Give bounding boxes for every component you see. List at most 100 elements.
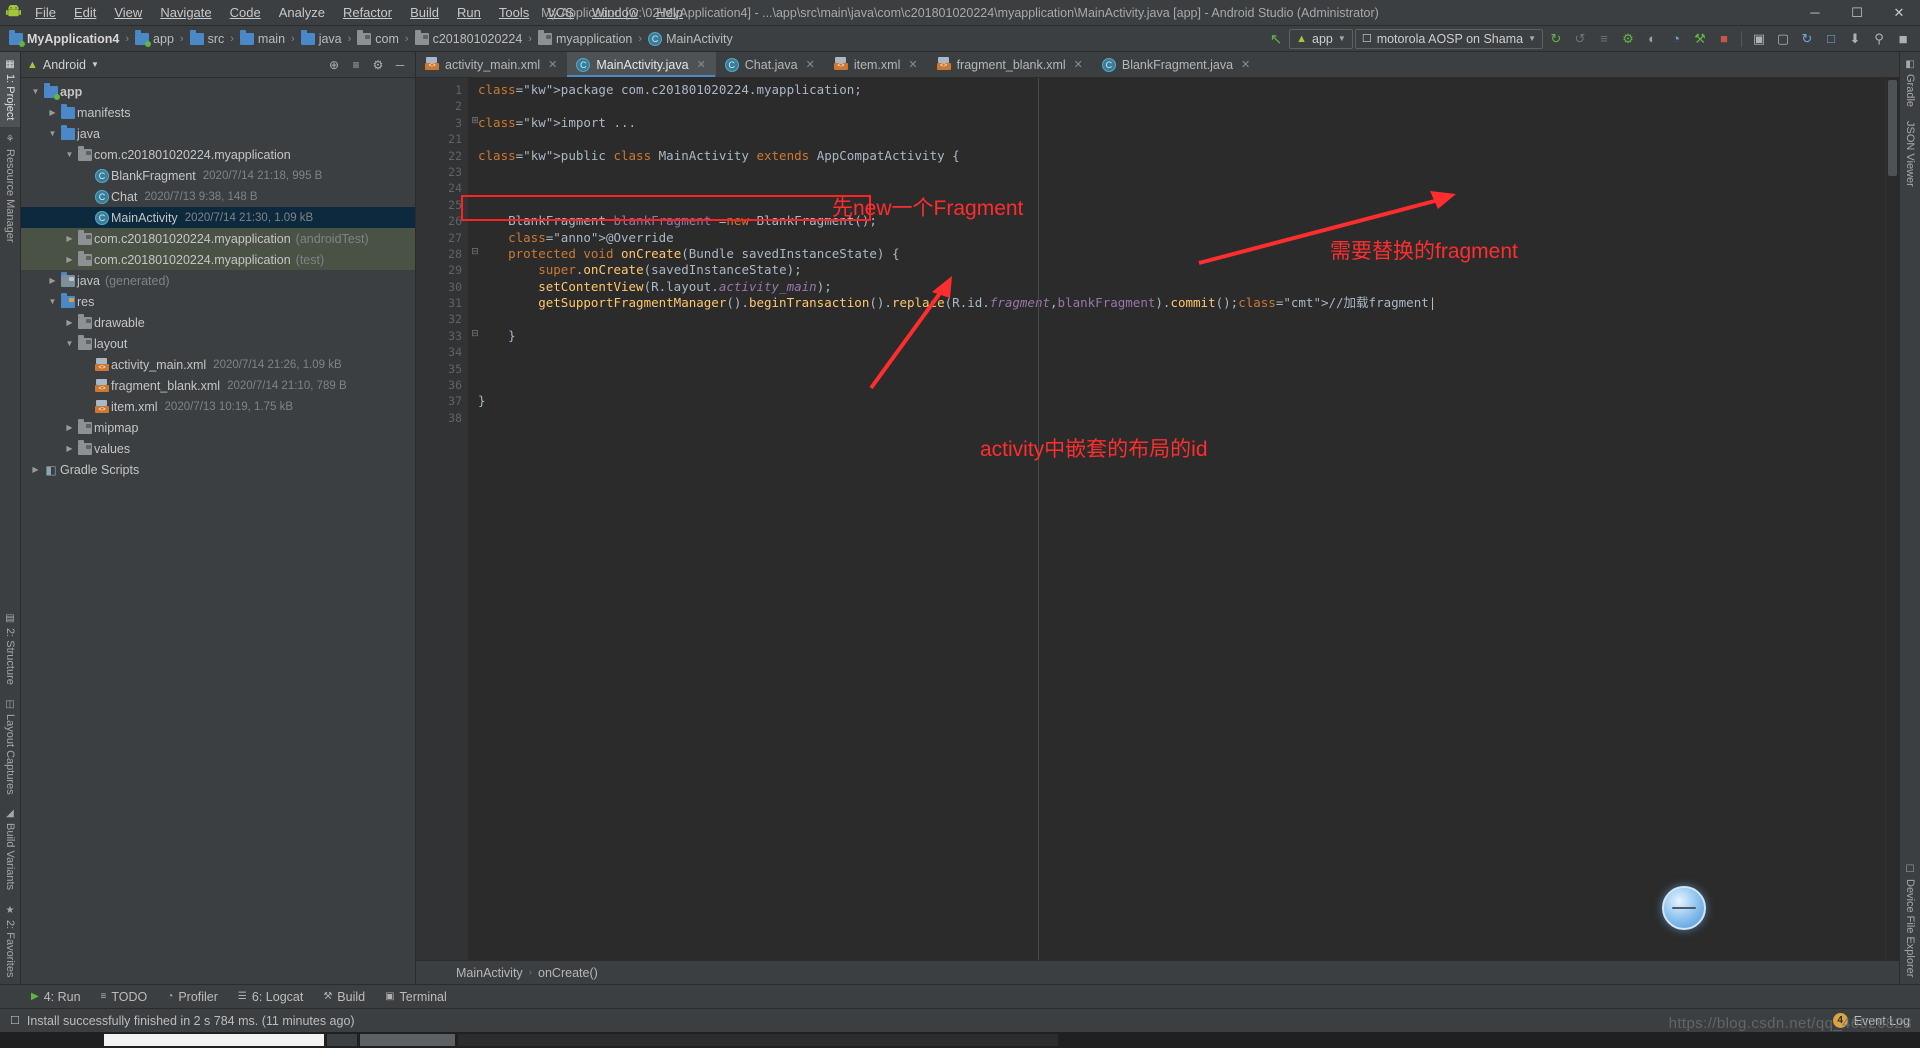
- chevron-down-icon[interactable]: ▼: [46, 297, 59, 306]
- project-view-selector[interactable]: ▲ Android ▼: [27, 58, 99, 72]
- tree-node-layout[interactable]: ▼ layout: [21, 333, 415, 354]
- line-number[interactable]: 25: [416, 197, 468, 213]
- bottom-tool-tabs[interactable]: ▶ 4: Run ≡ TODO ◔ Profiler ☰ 6: Logcat ⚒ Build ▣ Te…: [0, 984, 1920, 1008]
- code-line[interactable]: }: [468, 328, 1885, 344]
- close-button[interactable]: ✕: [1878, 0, 1920, 26]
- chevron-down-icon[interactable]: ▼: [63, 150, 76, 159]
- line-number[interactable]: 35: [416, 361, 468, 377]
- editor-breadcrumb[interactable]: MainActivity › onCreate(): [416, 960, 1899, 984]
- breadcrumb-item-com[interactable]: com: [354, 29, 402, 47]
- run-with-coverage-button[interactable]: ⚒: [1689, 29, 1711, 49]
- rail-tab-json-viewer[interactable]: JSON Viewer: [1901, 114, 1919, 194]
- locate-icon[interactable]: ⊕: [325, 56, 343, 74]
- profiler-button[interactable]: ◔: [1665, 29, 1687, 49]
- breadcrumb-item-mainactivity[interactable]: C MainActivity: [645, 31, 736, 47]
- close-icon[interactable]: ✕: [548, 58, 557, 71]
- fold-collapse-icon[interactable]: ⊟: [470, 246, 480, 257]
- tree-node-blankfragment[interactable]: ▶CBlankFragment 2020/7/14 21:18, 995 B: [21, 165, 415, 186]
- chevron-right-icon[interactable]: ▶: [63, 423, 76, 432]
- menu-item-run[interactable]: Run: [448, 2, 490, 23]
- bottom-tab-build[interactable]: ⚒ Build: [314, 988, 374, 1006]
- code-line[interactable]: [468, 164, 1885, 180]
- chevron-down-icon[interactable]: ▼: [29, 87, 42, 96]
- chevron-right-icon[interactable]: ▶: [46, 276, 59, 285]
- breadcrumb-method[interactable]: onCreate(): [538, 966, 598, 980]
- tree-node-com-c201801020224-myapplication[interactable]: ▼ com.c201801020224.myapplication: [21, 144, 415, 165]
- line-number[interactable]: 2: [416, 98, 468, 114]
- sync-gradle-button[interactable]: ↻: [1796, 29, 1818, 49]
- device-selector[interactable]: ☐ motorola AOSP on Shama ▼: [1354, 28, 1543, 49]
- tree-node-activity-main-xml[interactable]: ▶<>activity_main.xml 2020/7/14 21:26, 1.0…: [21, 354, 415, 375]
- taskbar-item[interactable]: [327, 1034, 357, 1046]
- code-line[interactable]: [468, 410, 1885, 426]
- menu-item-analyze[interactable]: Analyze: [270, 2, 334, 23]
- stop-button[interactable]: ■: [1713, 29, 1735, 49]
- tree-node-com-c201801020224-myapplication[interactable]: ▶ com.c201801020224.myapplication (android…: [21, 228, 415, 249]
- left-tool-rail[interactable]: ▦ 1: Project ⚘ Resource Manager ▤ 2: Str…: [0, 52, 21, 984]
- close-icon[interactable]: ✕: [1241, 58, 1250, 71]
- window-controls[interactable]: ─ ☐ ✕: [1794, 0, 1920, 26]
- sdk-manager-button[interactable]: ▣: [1748, 29, 1770, 49]
- code-line[interactable]: [468, 180, 1885, 196]
- line-number[interactable]: 1: [416, 82, 468, 98]
- line-number[interactable]: 27: [416, 230, 468, 246]
- code-line[interactable]: class="kw">package com.c201801020224.mya…: [468, 82, 1885, 98]
- right-tool-rail[interactable]: ◧ Gradle JSON Viewer ☐ Device File Explo…: [1899, 52, 1920, 984]
- line-number[interactable]: 31💡: [416, 295, 500, 311]
- bottom-tab-6-logcat[interactable]: ☰ 6: Logcat: [229, 988, 312, 1006]
- chevron-right-icon[interactable]: ▶: [63, 255, 76, 264]
- code-line[interactable]: [468, 377, 1885, 393]
- line-number[interactable]: 23: [416, 164, 468, 180]
- rerun-button[interactable]: ≡: [1593, 29, 1615, 49]
- line-number[interactable]: 24: [416, 180, 468, 196]
- taskbar-item[interactable]: [458, 1034, 1058, 1046]
- chevron-right-icon[interactable]: ▶: [46, 108, 59, 117]
- code-line[interactable]: class="anno">@Override: [468, 230, 1885, 246]
- line-number[interactable]: 28⊕: [416, 246, 484, 262]
- line-number[interactable]: 36: [416, 377, 468, 393]
- line-number[interactable]: 30: [416, 279, 468, 295]
- code-line[interactable]: super.onCreate(savedInstanceState);: [468, 262, 1885, 278]
- menu-item-vcs[interactable]: VCS: [538, 2, 583, 23]
- code-text-area[interactable]: class="kw">package com.c201801020224.mya…: [468, 78, 1885, 960]
- chevron-right-icon[interactable]: ▶: [63, 234, 76, 243]
- tree-node-res[interactable]: ▼ res: [21, 291, 415, 312]
- editor-markers-strip[interactable]: [1885, 78, 1899, 960]
- editor-tab-chat-java[interactable]: C Chat.java ✕: [716, 52, 825, 77]
- editor-tab-blankfragment-java[interactable]: C BlankFragment.java ✕: [1093, 52, 1260, 77]
- tree-node-gradle-scripts[interactable]: ▶ ◧ Gradle Scripts: [21, 459, 415, 480]
- editor-tab-item-xml[interactable]: <> item.xml ✕: [825, 52, 928, 77]
- settings-gear-icon[interactable]: ⚙: [369, 56, 387, 74]
- chevron-right-icon[interactable]: ▶: [29, 465, 42, 474]
- device-manager-button[interactable]: ⬇: [1844, 29, 1866, 49]
- code-line[interactable]: protected void onCreate(Bundle savedInst…: [468, 246, 1885, 262]
- chevron-down-icon[interactable]: ▼: [63, 339, 76, 348]
- line-number[interactable]: 29: [416, 262, 468, 278]
- vertical-scrollbar-thumb[interactable]: [1888, 80, 1897, 176]
- menu-item-tools[interactable]: Tools: [490, 2, 538, 23]
- project-tree[interactable]: ▼ app ▶ manifests ▼ java ▼ com.c201801020224.my…: [21, 78, 415, 984]
- chevron-down-icon[interactable]: ▼: [46, 129, 59, 138]
- line-number[interactable]: 37: [416, 393, 468, 409]
- maximize-button[interactable]: ☐: [1836, 0, 1878, 26]
- breadcrumb-item-myapplication[interactable]: myapplication: [535, 29, 635, 47]
- line-number[interactable]: 34: [416, 344, 468, 360]
- tree-node-mipmap[interactable]: ▶ mipmap: [21, 417, 415, 438]
- tree-node-drawable[interactable]: ▶ drawable: [21, 312, 415, 333]
- code-line[interactable]: [468, 197, 1885, 213]
- main-toolbar[interactable]: ↖ ▲ app ▼ ☐ motorola AOSP on Shama ▼ ↻ ↺…: [1265, 28, 1920, 49]
- line-number[interactable]: 33: [416, 328, 468, 344]
- attach-debugger-button[interactable]: ◐: [1641, 29, 1663, 49]
- fold-collapse-icon[interactable]: ⊟: [470, 328, 480, 339]
- menu-item-code[interactable]: Code: [221, 2, 270, 23]
- tree-node-fragment-blank-xml[interactable]: ▶<>fragment_blank.xml 2020/7/14 21:10, 78…: [21, 375, 415, 396]
- bottom-tab-todo[interactable]: ≡ TODO: [92, 988, 157, 1006]
- menu-item-help[interactable]: Help: [647, 2, 692, 23]
- rail-tab-resource-manager[interactable]: ⚘ Resource Manager: [0, 127, 20, 250]
- menu-item-window[interactable]: Window: [583, 2, 647, 23]
- bottom-tab-4-run[interactable]: ▶ 4: Run: [22, 988, 90, 1006]
- apply-changes-button[interactable]: ↻: [1545, 29, 1567, 49]
- editor-tab-activity-main-xml[interactable]: <> activity_main.xml ✕: [416, 52, 567, 77]
- code-line[interactable]: class="kw">public class MainActivity ext…: [468, 148, 1885, 164]
- run-configuration-selector[interactable]: ▲ app ▼: [1289, 28, 1353, 49]
